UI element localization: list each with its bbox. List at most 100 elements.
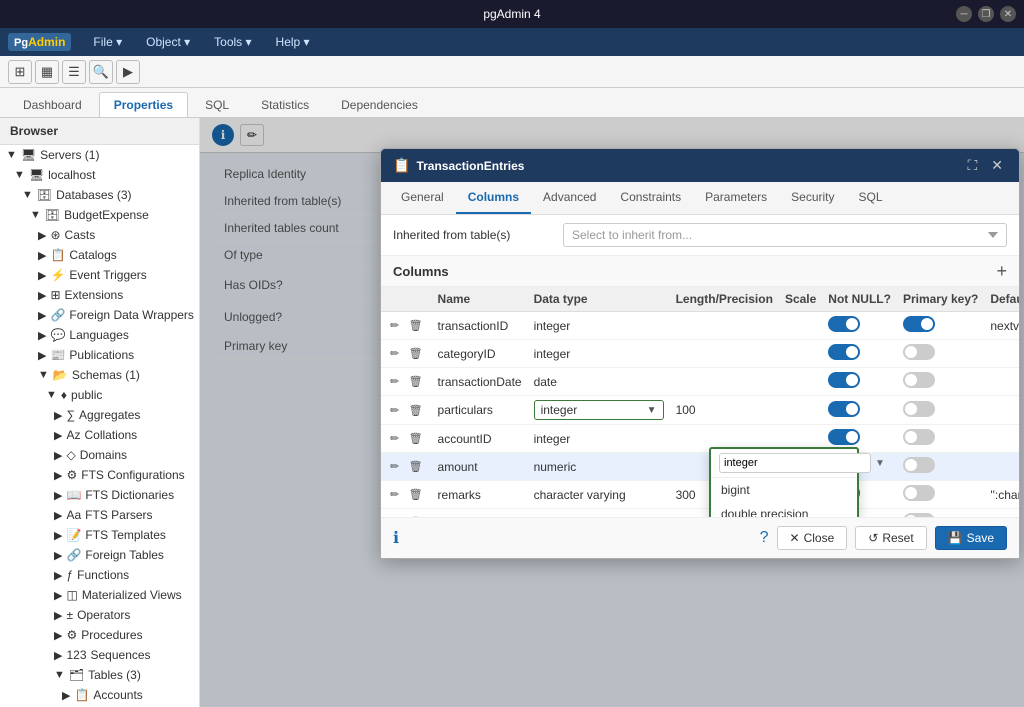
- pk-toggle-4[interactable]: [903, 401, 935, 417]
- modal-reset-btn[interactable]: ↺ Reset: [855, 526, 926, 550]
- edit-row-3-btn[interactable]: ✏: [387, 374, 402, 389]
- dropdown-option-double-precision[interactable]: double precision: [711, 502, 857, 517]
- modal-tab-sql[interactable]: SQL: [847, 182, 895, 214]
- tree-fts-templates[interactable]: ▶ 📝 FTS Templates: [0, 525, 199, 545]
- modal-info-button[interactable]: ℹ: [393, 528, 399, 548]
- modal-save-btn[interactable]: 💾 Save: [935, 526, 1007, 550]
- menu-tools[interactable]: Tools ▾: [204, 31, 261, 53]
- tree-procedures[interactable]: ▶ ⚙ Procedures: [0, 625, 199, 645]
- add-column-button[interactable]: +: [996, 262, 1007, 280]
- toolbar-search-btn[interactable]: 🔍: [89, 60, 113, 84]
- toolbar-table-btn[interactable]: ▦: [35, 60, 59, 84]
- restore-button[interactable]: ❐: [978, 6, 994, 22]
- modal-tab-general[interactable]: General: [389, 182, 456, 214]
- dropdown-search-input[interactable]: [719, 453, 871, 473]
- tree-tables[interactable]: ▼ 🗂 Tables (3): [0, 665, 199, 685]
- tree-databases[interactable]: ▼ 🗄 Databases (3): [0, 185, 199, 205]
- tree-languages[interactable]: ▶ 💬 Languages: [0, 325, 199, 345]
- toolbar-grid-btn[interactable]: ⊞: [8, 60, 32, 84]
- tree-servers[interactable]: ▼ 🖥 Servers (1): [0, 145, 199, 165]
- tree-foreign-data-wrappers[interactable]: ▶ 🔗 Foreign Data Wrappers: [0, 305, 199, 325]
- not-null-toggle-2[interactable]: [828, 344, 860, 360]
- not-null-toggle-5[interactable]: [828, 429, 860, 445]
- tree-casts[interactable]: ▶ ⊛ Casts: [0, 225, 199, 245]
- datatype-dropdown-trigger[interactable]: integer ▼: [534, 400, 664, 420]
- not-null-toggle-4[interactable]: [828, 401, 860, 417]
- tree-fts-parsers[interactable]: ▶ Aa FTS Parsers: [0, 505, 199, 525]
- edit-row-8-btn[interactable]: ✏: [387, 515, 402, 517]
- toolbar-list-btn[interactable]: ☰: [62, 60, 86, 84]
- tree-fts-config[interactable]: ▶ ⚙ FTS Configurations: [0, 465, 199, 485]
- modal-tab-parameters[interactable]: Parameters: [693, 182, 779, 214]
- edit-row-7-btn[interactable]: ✏: [387, 487, 402, 502]
- edit-row-1-btn[interactable]: ✏: [387, 318, 402, 333]
- tree-collations[interactable]: ▶ Az Collations: [0, 425, 199, 445]
- close-window-button[interactable]: ✕: [1000, 6, 1016, 22]
- tab-dependencies[interactable]: Dependencies: [326, 92, 433, 117]
- delete-row-8-btn[interactable]: 🗑: [406, 515, 426, 517]
- delete-row-2-btn[interactable]: 🗑: [406, 346, 426, 361]
- tree-mat-views[interactable]: ▶ ◫ Materialized Views: [0, 585, 199, 605]
- toolbar-nav-btn[interactable]: ▶: [116, 60, 140, 84]
- minimize-button[interactable]: ─: [956, 6, 972, 22]
- modal-tab-advanced[interactable]: Advanced: [531, 182, 608, 214]
- pk-toggle-8[interactable]: [903, 513, 935, 517]
- tree-fts-dict[interactable]: ▶ 📖 FTS Dictionaries: [0, 485, 199, 505]
- tree-catalogs[interactable]: ▶ 📋 Catalogs: [0, 245, 199, 265]
- modal-close-button[interactable]: ✕: [987, 157, 1007, 174]
- tree-publications[interactable]: ▶ 📰 Publications: [0, 345, 199, 365]
- modal-close-btn[interactable]: ✕ Close: [777, 526, 848, 550]
- not-null-toggle-3[interactable]: [828, 372, 860, 388]
- inherit-select[interactable]: Select to inherit from...: [563, 223, 1007, 247]
- delete-row-3-btn[interactable]: 🗑: [406, 374, 426, 389]
- tree-aggregates[interactable]: ▶ ∑ Aggregates: [0, 405, 199, 425]
- pk-toggle-7[interactable]: [903, 485, 935, 501]
- col-default-1: nextval('Ti: [984, 312, 1019, 340]
- tree-localhost[interactable]: ▼ 🖥 localhost: [0, 165, 199, 185]
- delete-row-7-btn[interactable]: 🗑: [406, 487, 426, 502]
- edit-row-6-btn[interactable]: ✏: [387, 459, 402, 474]
- pk-toggle-5[interactable]: [903, 429, 935, 445]
- modal-tab-columns[interactable]: Columns: [456, 182, 531, 214]
- tree-accounts[interactable]: ▶ 📋 Accounts: [0, 685, 199, 705]
- modal-table-icon: 📋: [393, 157, 410, 174]
- edit-row-5-btn[interactable]: ✏: [387, 431, 402, 446]
- tree-sequences[interactable]: ▶ 123 Sequences: [0, 645, 199, 665]
- pk-toggle-6[interactable]: [903, 457, 935, 473]
- pk-toggle-2[interactable]: [903, 344, 935, 360]
- pk-toggle-1[interactable]: [903, 316, 935, 332]
- modal-tab-constraints[interactable]: Constraints: [608, 182, 693, 214]
- save-label: Save: [967, 531, 994, 545]
- col-datatype-4: integer ▼: [528, 396, 670, 425]
- modal-expand-button[interactable]: ⛶: [963, 157, 981, 174]
- modal-tab-security[interactable]: Security: [779, 182, 846, 214]
- tree-extensions[interactable]: ▶ ⊞ Extensions: [0, 285, 199, 305]
- menu-help[interactable]: Help ▾: [266, 31, 320, 53]
- menu-object[interactable]: Object ▾: [136, 31, 200, 53]
- browser-label: Browser: [0, 118, 199, 145]
- edit-row-4-btn[interactable]: ✏: [387, 403, 402, 418]
- modal-help-button[interactable]: ?: [760, 529, 769, 547]
- tree-foreign-tables[interactable]: ▶ 🔗 Foreign Tables: [0, 545, 199, 565]
- tab-properties[interactable]: Properties: [99, 92, 188, 117]
- tab-dashboard[interactable]: Dashboard: [8, 92, 97, 117]
- tab-sql[interactable]: SQL: [190, 92, 244, 117]
- menu-file[interactable]: File ▾: [83, 31, 132, 53]
- edit-row-2-btn[interactable]: ✏: [387, 346, 402, 361]
- tree-budgetexpense[interactable]: ▼ 🗄 BudgetExpense: [0, 205, 199, 225]
- tree-domains[interactable]: ▶ ◇ Domains: [0, 445, 199, 465]
- dropdown-option-bigint[interactable]: bigint: [711, 478, 857, 502]
- tab-statistics[interactable]: Statistics: [246, 92, 324, 117]
- tree-event-triggers[interactable]: ▶ ⚡ Event Triggers: [0, 265, 199, 285]
- delete-row-5-btn[interactable]: 🗑: [406, 431, 426, 446]
- operators-expand-icon: ▶: [54, 609, 62, 622]
- tree-functions[interactable]: ▶ ƒ Functions: [0, 565, 199, 585]
- not-null-toggle-1[interactable]: [828, 316, 860, 332]
- tree-schemas[interactable]: ▼ 📂 Schemas (1): [0, 365, 199, 385]
- tree-operators[interactable]: ▶ ± Operators: [0, 605, 199, 625]
- delete-row-6-btn[interactable]: 🗑: [406, 459, 426, 474]
- delete-row-1-btn[interactable]: 🗑: [406, 318, 426, 333]
- tree-public[interactable]: ▼ ♦ public: [0, 385, 199, 405]
- delete-row-4-btn[interactable]: 🗑: [406, 403, 426, 418]
- pk-toggle-3[interactable]: [903, 372, 935, 388]
